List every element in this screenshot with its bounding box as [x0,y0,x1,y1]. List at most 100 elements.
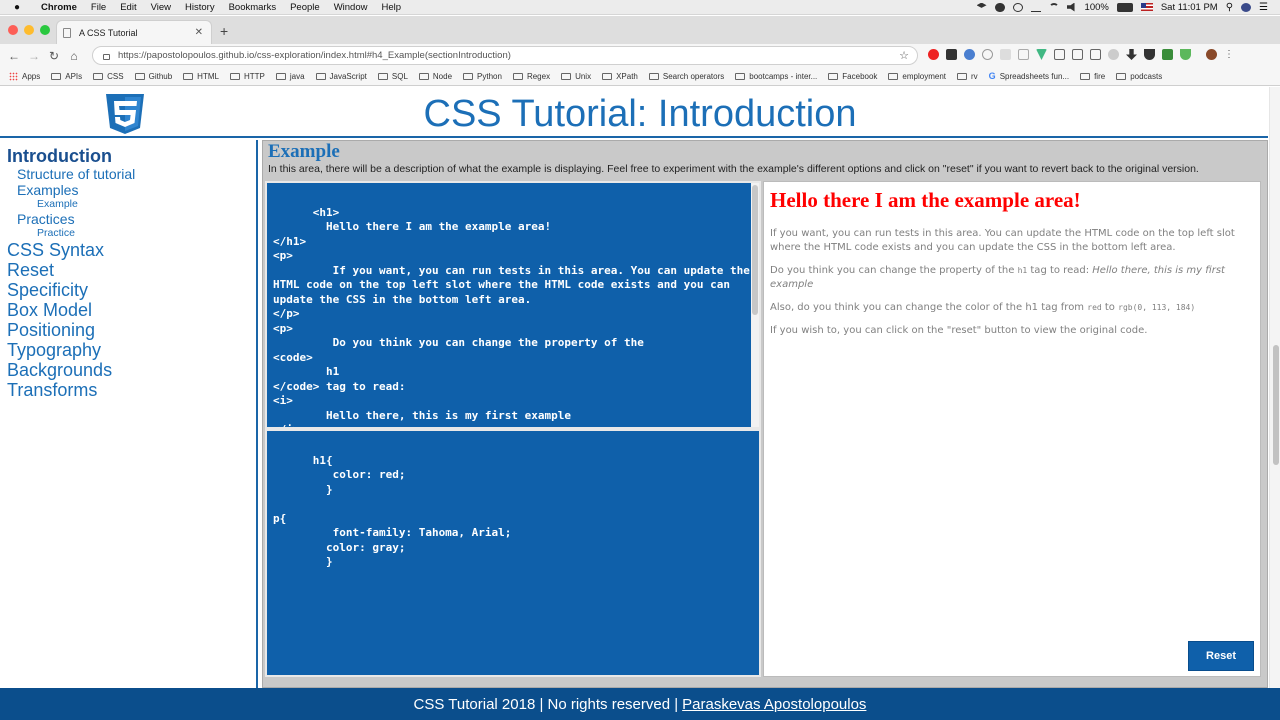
gray-extension-icon[interactable] [1000,49,1011,60]
chrome-menu-icon[interactable]: ⋮ [1224,49,1234,60]
home-button[interactable]: ⌂ [64,49,84,63]
sidebar-item-example[interactable]: Example [7,198,256,211]
bookmark-folder[interactable]: Python [463,72,502,81]
menu-help[interactable]: Help [374,2,408,13]
bookmark-folder[interactable]: employment [888,72,946,81]
menu-window[interactable]: Window [327,2,375,13]
back-button[interactable]: ← [4,49,24,63]
printer-extension-icon[interactable] [1162,49,1173,60]
new-tab-button[interactable]: + [220,23,228,39]
reset-button[interactable]: Reset [1188,641,1254,671]
us-flag-icon[interactable] [1140,3,1153,11]
css-code-editor[interactable]: h1{ color: red; } p{ font-family: Tahoma… [265,429,761,677]
sidebar-item-backgrounds[interactable]: Backgrounds [7,360,256,380]
bookmark-folder[interactable]: bootcamps - inter... [735,72,817,81]
reload-button[interactable]: ↻ [44,49,64,63]
spotlight-search-icon[interactable]: ⚲ [1226,2,1233,13]
volume-icon[interactable] [1066,2,1075,12]
notification-center-icon[interactable]: ☰ [1259,2,1268,13]
menu-file[interactable]: File [84,2,113,13]
bookmark-folder[interactable]: APIs [51,72,82,81]
bookmark-folder[interactable]: Search operators [648,72,724,81]
sidebar-item-examples[interactable]: Examples [7,182,256,198]
sidebar-item-positioning[interactable]: Positioning [7,320,256,340]
dot-extension-icon[interactable] [1108,49,1119,60]
cloud-icon[interactable] [994,2,1005,12]
sidebar-item-practice[interactable]: Practice [7,227,256,240]
grid-extension-icon[interactable] [1018,49,1029,60]
html-code-text[interactable]: <h1> Hello there I am the example area! … [273,206,750,428]
sidebar-item-typography[interactable]: Typography [7,340,256,360]
menu-view[interactable]: View [144,2,178,13]
zoom-window-button[interactable] [40,25,50,35]
bookmark-folder[interactable]: SQL [377,72,408,81]
frame-extension-icon[interactable] [1072,49,1083,60]
bookmark-folder[interactable]: Node [418,72,452,81]
bookmark-folder[interactable]: CSS [93,72,124,81]
html-editor-scrollbar[interactable] [751,183,759,427]
bookmark-apps[interactable]: Apps [9,71,40,81]
close-window-button[interactable] [8,25,18,35]
download-extension-icon[interactable] [1126,49,1137,60]
menu-app-name[interactable]: Chrome [34,2,84,13]
bookmark-folder[interactable]: rv [957,72,978,81]
sidebar-item-specificity[interactable]: Specificity [7,280,256,300]
page-header: CSS Tutorial: Introduction [0,87,1268,138]
dropbox-icon[interactable] [976,2,987,8]
table-extension-icon[interactable] [1054,49,1065,60]
bookmark-folder[interactable]: Github [134,72,172,81]
sidebar-item-box-model[interactable]: Box Model [7,300,256,320]
footer-author-link[interactable]: Paraskevas Apostolopoulos [682,696,866,713]
forward-button[interactable]: → [24,49,44,63]
bookmark-folder[interactable]: java [275,72,305,81]
minimize-window-button[interactable] [24,25,34,35]
bookmark-folder[interactable]: JavaScript [315,72,367,81]
battery-icon[interactable] [1116,2,1133,12]
bookmark-folder[interactable]: HTTP [229,72,265,81]
page-scroll-thumb[interactable] [1273,345,1279,465]
apple-menu-icon[interactable]: ● [0,2,34,13]
bookmark-folder[interactable]: XPath [602,72,638,81]
info-extension-icon[interactable] [964,49,975,60]
bookmark-folder[interactable]: Regex [512,72,550,81]
bookmark-folder[interactable]: HTML [183,72,219,81]
html-editor-scroll-thumb[interactable] [752,185,758,315]
wifi-icon[interactable] [1048,2,1059,12]
sidebar-item-css-syntax[interactable]: CSS Syntax [7,240,256,260]
activity-icon[interactable] [1030,3,1041,12]
css-code-text[interactable]: h1{ color: red; } p{ font-family: Tahoma… [273,454,511,569]
menu-history[interactable]: History [178,2,222,13]
shield-extension-icon[interactable] [1144,49,1155,60]
vue-extension-icon[interactable] [1036,49,1047,60]
browser-tab[interactable]: A CSS Tutorial ✕ [56,20,212,44]
menu-people[interactable]: People [283,2,327,13]
opera-extension-icon[interactable] [928,49,939,60]
bookmark-star-icon[interactable]: ☆ [899,49,909,62]
menubar-clock[interactable]: Sat 11:01 PM [1161,2,1218,13]
sidebar-item-introduction[interactable]: Introduction [7,146,256,166]
html-code-editor[interactable]: <h1> Hello there I am the example area! … [265,181,761,429]
sidebar-item-structure[interactable]: Structure of tutorial [7,166,256,182]
bookmark-folder[interactable]: Facebook [828,72,877,81]
user-icon[interactable] [1241,2,1252,12]
bookmark-folder[interactable]: podcasts [1116,72,1162,81]
sidebar-item-reset[interactable]: Reset [7,260,256,280]
sidebar-item-practices[interactable]: Practices [7,211,256,227]
menu-edit[interactable]: Edit [113,2,143,13]
bookmark-folder[interactable]: fire [1080,72,1105,81]
bookmark-folder[interactable]: Unix [561,72,591,81]
inline-code: h1 [1017,266,1028,275]
profile-avatar[interactable] [1206,49,1217,60]
menu-bookmarks[interactable]: Bookmarks [222,2,284,13]
glasses-icon[interactable] [1012,2,1023,12]
close-tab-icon[interactable]: ✕ [195,27,203,38]
sidebar-item-transforms[interactable]: Transforms [7,380,256,400]
address-bar[interactable]: https://papostolopoulos.github.io/css-ex… [92,46,918,65]
bookmark-google-link[interactable]: G Spreadsheets fun... [989,71,1069,81]
url-text[interactable]: https://papostolopoulos.github.io/css-ex… [118,50,511,61]
page-scrollbar[interactable] [1269,87,1280,688]
glasses-extension-icon[interactable] [946,49,957,60]
green-shield-extension-icon[interactable] [1180,49,1191,60]
cast-icon[interactable] [1090,49,1101,60]
circle-extension-icon[interactable] [982,49,993,60]
